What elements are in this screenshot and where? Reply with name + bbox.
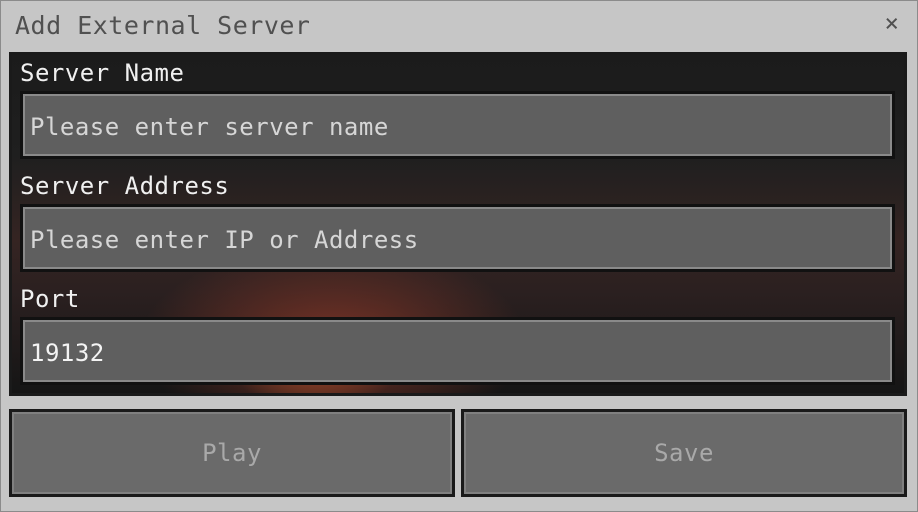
close-icon[interactable]: ×	[885, 9, 899, 37]
port-label: Port	[20, 285, 80, 313]
server-address-label: Server Address	[20, 172, 230, 200]
server-address-field-frame	[20, 204, 895, 272]
server-address-input[interactable]	[28, 214, 882, 266]
dialog-titlebar: Add External Server ×	[1, 1, 917, 51]
dialog-title: Add External Server	[15, 11, 311, 40]
port-field-frame	[20, 317, 895, 385]
add-external-server-dialog: Add External Server × Server Name Server…	[0, 0, 918, 512]
server-name-field-frame	[20, 91, 895, 159]
play-button[interactable]: Play	[9, 409, 455, 497]
server-name-label: Server Name	[20, 59, 185, 87]
server-form-panel: Server Name Server Address Port	[9, 52, 907, 396]
port-input[interactable]	[28, 327, 882, 379]
save-button[interactable]: Save	[461, 409, 907, 497]
server-name-input[interactable]	[28, 101, 882, 153]
